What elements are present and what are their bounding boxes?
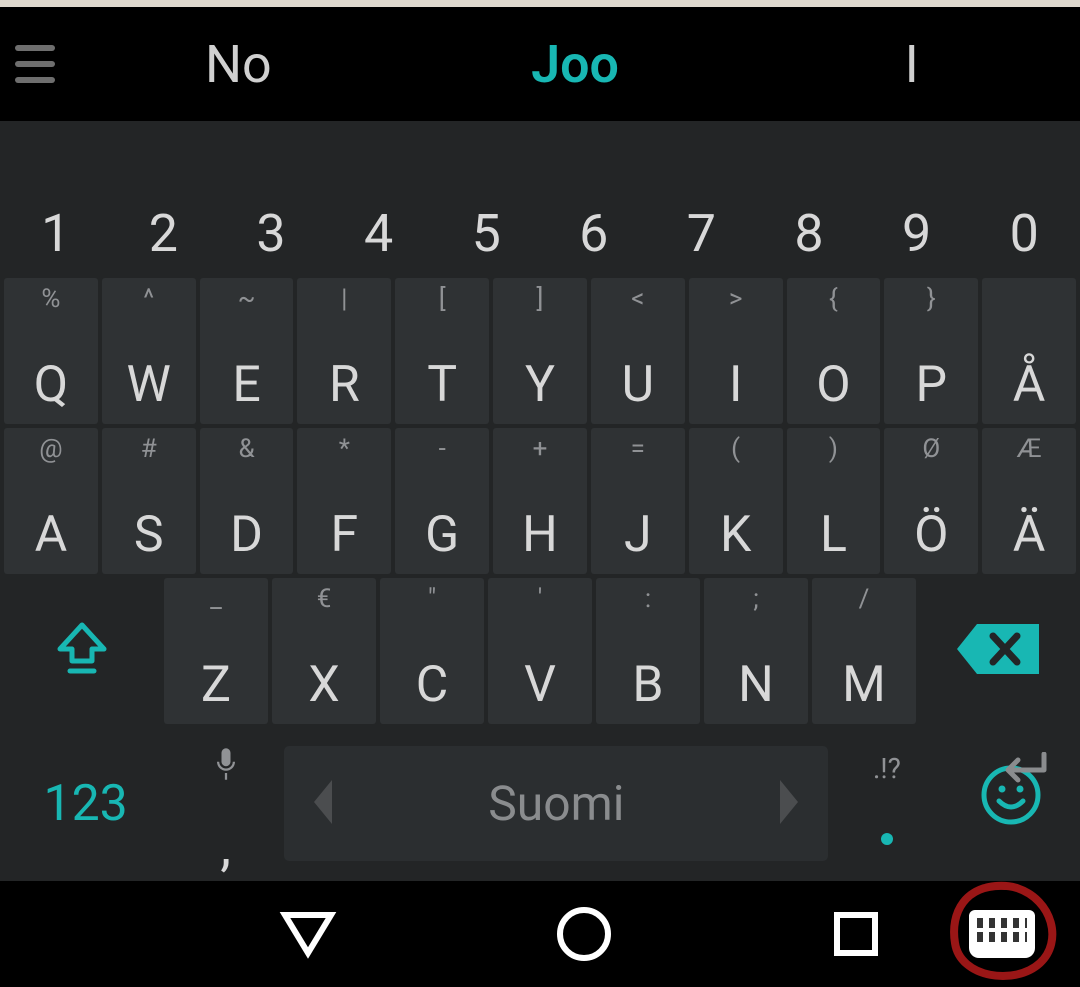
key-w[interactable]: ^W bbox=[102, 278, 196, 424]
key-1[interactable]: 1 bbox=[4, 133, 108, 274]
microphone-icon bbox=[171, 746, 280, 782]
key-k[interactable]: (K bbox=[689, 428, 783, 574]
chevron-left-icon bbox=[306, 776, 340, 832]
home-button[interactable] bbox=[555, 905, 613, 963]
key-a-umlaut[interactable]: ÆÄ bbox=[982, 428, 1076, 574]
period-dot-icon bbox=[881, 833, 893, 845]
key-a-ring[interactable]: Å bbox=[982, 278, 1076, 424]
key-q[interactable]: %Q bbox=[4, 278, 98, 424]
backspace-key[interactable] bbox=[920, 578, 1076, 724]
letter-row-2: @A #S &D *F -G +H =J (K )L ØÖ ÆÄ bbox=[0, 426, 1080, 576]
bottom-row: 123 , Suomi .!? bbox=[0, 726, 1080, 881]
key-d[interactable]: &D bbox=[200, 428, 294, 574]
key-f[interactable]: *F bbox=[297, 428, 391, 574]
chevron-right-icon bbox=[772, 776, 806, 832]
key-o[interactable]: {O bbox=[787, 278, 881, 424]
key-g[interactable]: -G bbox=[395, 428, 489, 574]
virtual-keyboard: 1 2 3 4 5 6 7 8 9 0 %Q ^W ~E |R [T ]Y <U… bbox=[0, 121, 1080, 881]
symbols-key[interactable]: 123 bbox=[4, 728, 167, 879]
letter-row-3: _Z €X "C 'V :B ;N /M bbox=[0, 576, 1080, 726]
key-p[interactable]: }P bbox=[884, 278, 978, 424]
key-y[interactable]: ]Y bbox=[493, 278, 587, 424]
suggestion-left[interactable]: No bbox=[70, 34, 407, 95]
key-h[interactable]: +H bbox=[493, 428, 587, 574]
key-5[interactable]: 5 bbox=[434, 133, 538, 274]
key-9[interactable]: 9 bbox=[865, 133, 969, 274]
enter-arrow-icon bbox=[992, 752, 1048, 790]
key-l[interactable]: )L bbox=[787, 428, 881, 574]
key-o-umlaut[interactable]: ØÖ bbox=[884, 428, 978, 574]
key-n[interactable]: ;N bbox=[704, 578, 808, 724]
shift-key[interactable] bbox=[4, 578, 160, 724]
key-7[interactable]: 7 bbox=[650, 133, 754, 274]
key-c[interactable]: "C bbox=[380, 578, 484, 724]
key-4[interactable]: 4 bbox=[327, 133, 431, 274]
keyboard-switch-button[interactable] bbox=[969, 910, 1035, 958]
number-row: 1 2 3 4 5 6 7 8 9 0 bbox=[0, 131, 1080, 276]
back-button[interactable] bbox=[279, 909, 337, 959]
spacebar[interactable]: Suomi bbox=[284, 746, 828, 861]
key-m[interactable]: /M bbox=[812, 578, 916, 724]
key-u[interactable]: <U bbox=[591, 278, 685, 424]
key-r[interactable]: |R bbox=[297, 278, 391, 424]
recent-apps-button[interactable] bbox=[831, 909, 881, 959]
key-z[interactable]: _Z bbox=[164, 578, 268, 724]
key-i[interactable]: >I bbox=[689, 278, 783, 424]
key-b[interactable]: :B bbox=[596, 578, 700, 724]
key-a[interactable]: @A bbox=[4, 428, 98, 574]
backspace-icon bbox=[953, 620, 1043, 682]
key-0[interactable]: 0 bbox=[972, 133, 1076, 274]
key-2[interactable]: 2 bbox=[112, 133, 216, 274]
key-3[interactable]: 3 bbox=[219, 133, 323, 274]
key-e[interactable]: ~E bbox=[200, 278, 294, 424]
suggestion-center[interactable]: Joo bbox=[407, 34, 744, 95]
key-j[interactable]: =J bbox=[591, 428, 685, 574]
system-nav-bar bbox=[0, 881, 1080, 987]
key-6[interactable]: 6 bbox=[542, 133, 646, 274]
enter-key[interactable] bbox=[945, 728, 1076, 879]
comma-key[interactable]: , bbox=[171, 728, 280, 879]
key-s[interactable]: #S bbox=[102, 428, 196, 574]
letter-row-1: %Q ^W ~E |R [T ]Y <U >I {O }P Å bbox=[0, 276, 1080, 426]
key-x[interactable]: €X bbox=[272, 578, 376, 724]
suggestion-bar: No Joo I bbox=[0, 7, 1080, 121]
suggestion-right[interactable]: I bbox=[743, 34, 1080, 95]
period-key[interactable]: .!? bbox=[832, 728, 941, 879]
annotation-circle-icon bbox=[945, 878, 1060, 987]
menu-icon[interactable] bbox=[0, 7, 70, 121]
key-v[interactable]: 'V bbox=[488, 578, 592, 724]
key-t[interactable]: [T bbox=[395, 278, 489, 424]
keyboard-language-label: Suomi bbox=[488, 775, 624, 832]
shift-icon bbox=[54, 621, 110, 681]
key-8[interactable]: 8 bbox=[757, 133, 861, 274]
